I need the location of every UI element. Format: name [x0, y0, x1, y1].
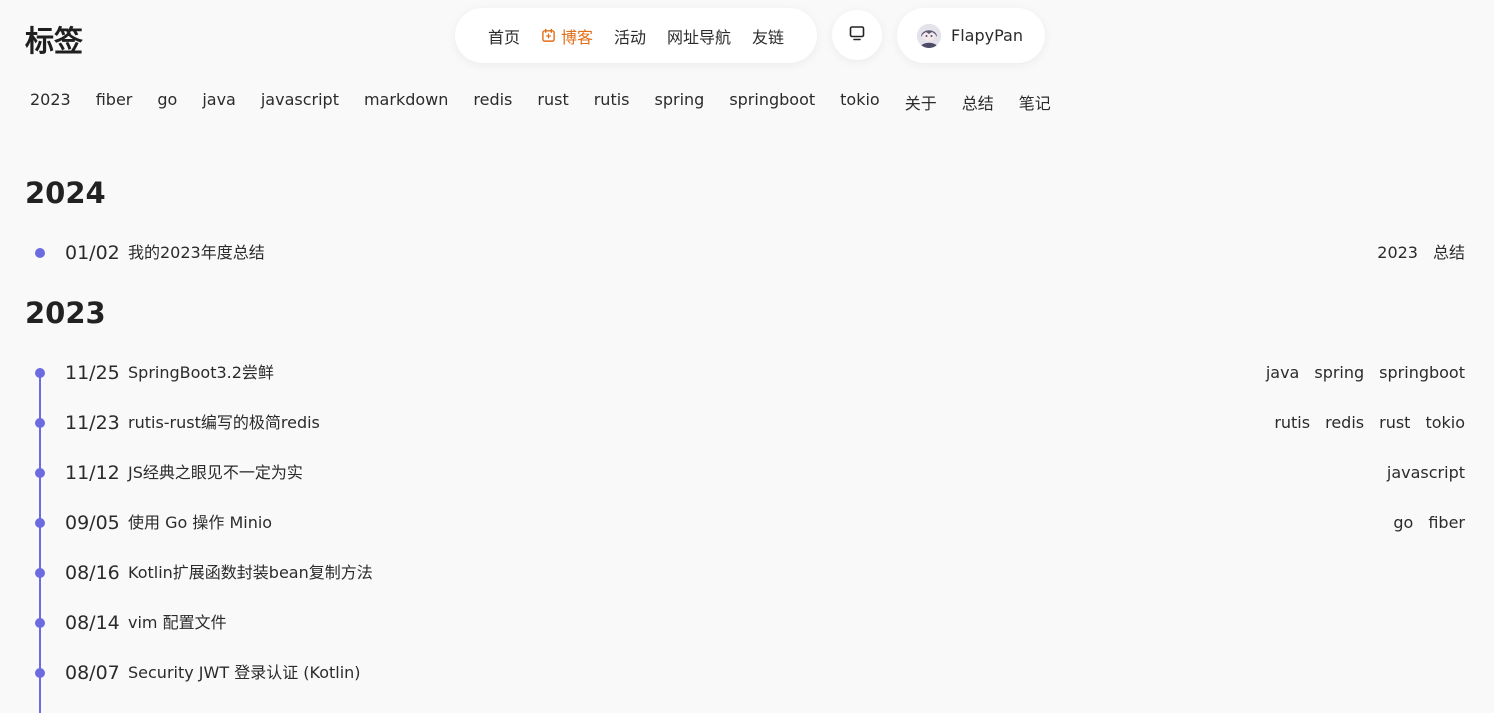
nav-item-blog[interactable]: 博客 [541, 24, 593, 48]
user-name: FlapyPan [951, 26, 1023, 45]
tag-link[interactable]: rust [537, 90, 568, 114]
blog-icon [541, 28, 556, 43]
post-tag[interactable]: 2023 [1377, 241, 1418, 265]
post-tags: rutis redis rust tokio [1274, 411, 1465, 435]
post-tag[interactable]: java [1266, 361, 1300, 385]
post-title-link[interactable]: Kotlin扩展函数封装bean复制方法 [128, 561, 373, 585]
post-row: 09/05 使用 Go 操作 Minio go fiber [0, 511, 1494, 535]
post-date: 08/07 [65, 662, 120, 684]
timeline-dot [35, 668, 45, 678]
post-tag[interactable]: javascript [1387, 461, 1465, 485]
tag-link[interactable]: javascript [261, 90, 339, 114]
tag-link[interactable]: spring [655, 90, 705, 114]
post-date: 01/02 [65, 242, 120, 264]
post-row: 01/02 我的2023年度总结 2023 总结 [0, 241, 1494, 265]
post-tag[interactable]: rust [1379, 411, 1410, 435]
post-title-link[interactable]: SpringBoot3.2尝鲜 [128, 361, 274, 385]
post-tag[interactable]: redis [1325, 411, 1364, 435]
user-profile-button[interactable]: FlapyPan [897, 8, 1045, 63]
year-heading: 2024 [25, 176, 106, 210]
post-row: 11/25 SpringBoot3.2尝鲜 java spring spring… [0, 361, 1494, 385]
post-tags: javascript [1387, 461, 1465, 485]
post-date: 08/14 [65, 612, 120, 634]
tag-link[interactable]: fiber [96, 90, 133, 114]
post-tag[interactable]: go [1393, 511, 1413, 535]
post-row: 11/12 JS经典之眼见不一定为实 javascript [0, 461, 1494, 485]
post-title-link[interactable]: JS经典之眼见不一定为实 [128, 461, 303, 485]
tag-link[interactable]: go [157, 90, 177, 114]
post-tags: java spring springboot [1266, 361, 1465, 385]
year-heading: 2023 [25, 296, 106, 330]
timeline-dot [35, 468, 45, 478]
timeline-dot [35, 248, 45, 258]
post-tag[interactable]: 总结 [1433, 241, 1465, 265]
display-mode-button[interactable] [832, 10, 882, 60]
post-date: 11/23 [65, 412, 120, 434]
post-title-link[interactable]: Security JWT 登录认证 (Kotlin) [128, 661, 361, 685]
post-row: 08/14 vim 配置文件 [0, 611, 1494, 635]
post-tags: go fiber [1393, 511, 1465, 535]
timeline-dot [35, 518, 45, 528]
tag-link[interactable]: 总结 [962, 90, 994, 114]
post-date: 11/12 [65, 462, 120, 484]
tag-link[interactable]: 2023 [30, 90, 71, 114]
timeline-dot [35, 618, 45, 628]
nav-item-activity[interactable]: 活动 [614, 24, 646, 48]
post-tag[interactable]: tokio [1425, 411, 1465, 435]
post-tag[interactable]: rutis [1274, 411, 1310, 435]
post-tag[interactable]: fiber [1428, 511, 1465, 535]
post-tag[interactable]: spring [1314, 361, 1364, 385]
post-title-link[interactable]: 使用 Go 操作 Minio [128, 511, 272, 535]
avatar [917, 23, 941, 48]
tag-link[interactable]: 关于 [905, 90, 937, 114]
post-row: 11/23 rutis-rust编写的极简redis rutis redis r… [0, 411, 1494, 435]
tag-link[interactable]: markdown [364, 90, 448, 114]
main-nav: 首页 博客 活动 网址导航 友链 [455, 8, 817, 63]
post-tags: 2023 总结 [1377, 241, 1465, 265]
post-row: 08/16 Kotlin扩展函数封装bean复制方法 [0, 561, 1494, 585]
timeline-dot [35, 568, 45, 578]
nav-item-url-nav[interactable]: 网址导航 [667, 24, 731, 48]
tag-link[interactable]: tokio [840, 90, 880, 114]
post-title-link[interactable]: 我的2023年度总结 [128, 241, 265, 265]
page-title: 标签 [25, 24, 84, 58]
post-date: 08/16 [65, 562, 120, 584]
timeline-dot [35, 368, 45, 378]
post-date: 11/25 [65, 362, 120, 384]
tag-link[interactable]: rutis [594, 90, 630, 114]
tag-link[interactable]: java [202, 90, 236, 114]
timeline-dot [35, 418, 45, 428]
nav-item-blog-label: 博客 [560, 27, 593, 47]
post-title-link[interactable]: rutis-rust编写的极简redis [128, 411, 320, 435]
post-row: 08/07 Security JWT 登录认证 (Kotlin) [0, 661, 1494, 685]
post-date: 09/05 [65, 512, 120, 534]
tag-link[interactable]: redis [473, 90, 512, 114]
post-title-link[interactable]: vim 配置文件 [128, 611, 227, 635]
post-tag[interactable]: springboot [1379, 361, 1465, 385]
tag-filter-bar: 2023 fiber go java javascript markdown r… [30, 90, 1051, 114]
nav-item-home[interactable]: 首页 [488, 24, 520, 48]
nav-item-friend-links[interactable]: 友链 [752, 24, 784, 48]
tag-link[interactable]: 笔记 [1019, 90, 1051, 114]
tag-link[interactable]: springboot [729, 90, 815, 114]
monitor-icon [848, 24, 866, 46]
